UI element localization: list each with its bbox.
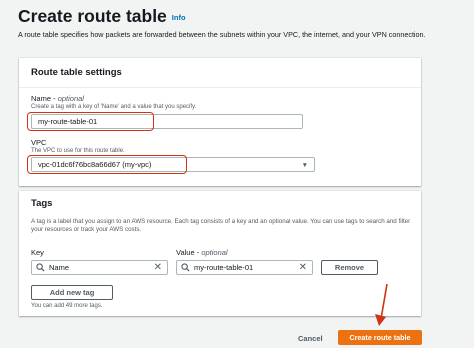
vpc-description: The VPC to use for this route table. (31, 148, 125, 154)
search-icon (36, 263, 45, 272)
value-optional: optional (201, 248, 228, 257)
tag-value-input[interactable]: my-route-table-01 ✕ (176, 260, 313, 275)
value-column-text: Value (176, 248, 195, 257)
name-highlight-box (27, 112, 154, 131)
tags-description: A tag is a label that you assign to an A… (31, 218, 411, 233)
clear-value-icon[interactable]: ✕ (299, 261, 307, 274)
page-description: A route table specifies how packets are … (18, 30, 426, 39)
tag-value-value: my-route-table-01 (194, 263, 254, 272)
tags-panel: Tags A tag is a label that you assign to… (19, 191, 421, 316)
search-icon (181, 263, 190, 272)
vpc-field: VPC The VPC to use for this route table. (31, 138, 125, 154)
route-table-settings-panel: Route table settings Name - optional Cre… (19, 58, 421, 186)
page-title: Create route table Info (18, 6, 186, 27)
cancel-button[interactable]: Cancel (298, 334, 323, 343)
name-description: Create a tag with a key of 'Name' and a … (31, 104, 197, 110)
tag-key-value: Name (49, 263, 70, 272)
info-link[interactable]: Info (172, 13, 186, 22)
red-arrow-annotation (375, 283, 388, 326)
settings-header: Route table settings (19, 58, 421, 88)
name-label: Name - optional (31, 94, 196, 103)
name-label-text: Name (31, 94, 52, 103)
tags-remaining-note: You can add 49 more tags. (31, 303, 103, 309)
clear-key-icon[interactable]: ✕ (154, 261, 162, 274)
remove-tag-button[interactable]: Remove (321, 260, 378, 275)
page-title-text: Create route table (18, 6, 167, 26)
value-column-label: Value - optional (176, 248, 228, 257)
tags-header: Tags (31, 198, 53, 209)
vpc-highlight-box (27, 155, 187, 174)
name-field: Name - optional Create a tag with a key … (31, 94, 196, 110)
tag-key-input[interactable]: Name ✕ (31, 260, 168, 275)
key-column-label: Key (31, 248, 44, 257)
vpc-label: VPC (31, 138, 47, 147)
create-route-table-button[interactable]: Create route table (338, 330, 422, 345)
name-optional: optional (57, 94, 84, 103)
name-separator: - (51, 94, 58, 103)
caret-down-icon: ▼ (301, 162, 308, 169)
add-new-tag-button[interactable]: Add new tag (31, 285, 113, 300)
